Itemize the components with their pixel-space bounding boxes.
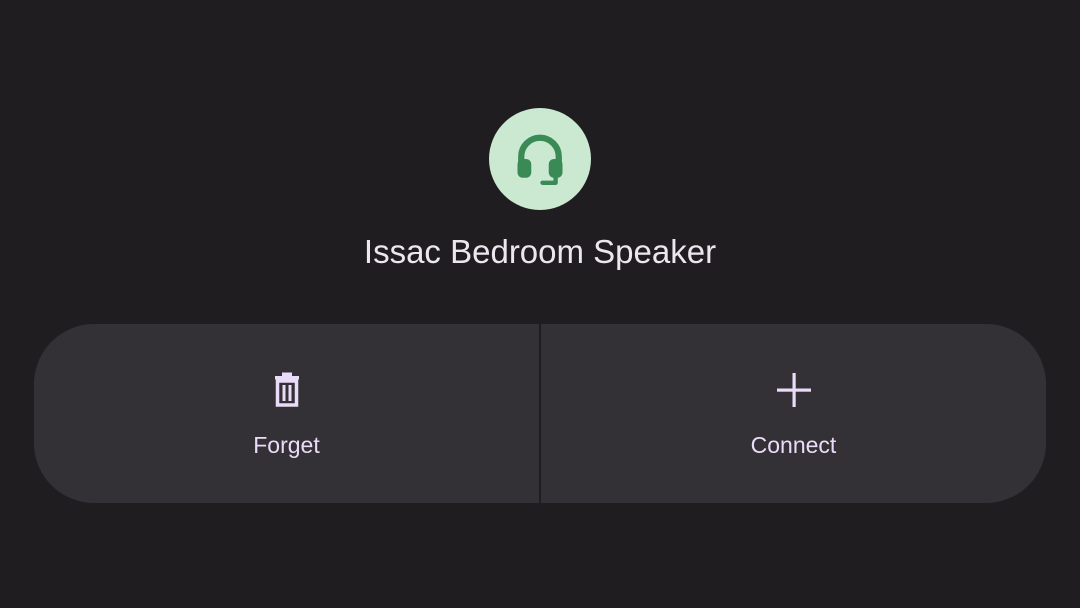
forget-label: Forget bbox=[253, 432, 320, 458]
headset-icon bbox=[517, 134, 563, 185]
device-avatar bbox=[489, 108, 591, 210]
connect-button[interactable]: Connect bbox=[541, 324, 1046, 503]
device-name: Issac Bedroom Speaker bbox=[363, 233, 717, 270]
trash-icon bbox=[265, 368, 309, 412]
plus-icon bbox=[772, 368, 816, 412]
device-details-screen: Issac Bedroom Speaker Forget Connect bbox=[0, 0, 1080, 608]
device-actions-panel: Forget Connect bbox=[34, 324, 1046, 503]
forget-button[interactable]: Forget bbox=[34, 324, 539, 503]
connect-label: Connect bbox=[750, 432, 837, 458]
